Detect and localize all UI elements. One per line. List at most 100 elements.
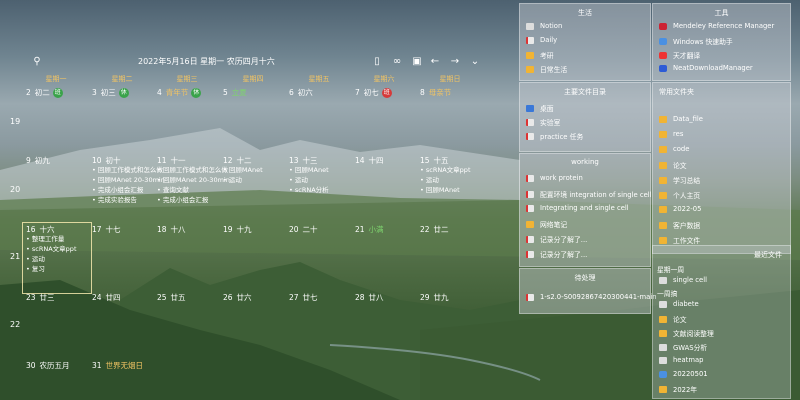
folder-item[interactable]: res (659, 130, 683, 138)
calendar-day[interactable]: 18 十八 (157, 224, 186, 235)
event-item[interactable]: • 运动 (420, 175, 471, 185)
calendar-day[interactable]: 27 廿七 (289, 292, 318, 303)
calendar-day[interactable]: 9 初九 (26, 155, 50, 166)
event-list[interactable]: • 整理工作量 • scRNA文章ppt • 运动 • 复习 (26, 234, 77, 274)
event-list[interactable]: • 回顾工作模式和怎么做 • 回顾MAnet 20-30min • 完成小组会汇… (92, 165, 165, 205)
file-item[interactable]: single cell (659, 276, 707, 284)
event-item[interactable]: • 运动 (26, 254, 77, 264)
shortcut-item[interactable]: practice 任务 (526, 131, 583, 141)
calendar-day[interactable]: 8 母亲节 (420, 87, 451, 98)
file-item[interactable]: 论文 (659, 314, 687, 324)
link-icon[interactable]: ∞ (391, 55, 403, 67)
folder-item[interactable]: 个人主页 (659, 190, 700, 200)
event-item[interactable]: • 回顾工作模式和怎么做 (92, 165, 165, 175)
shortcut-item[interactable]: 天才翻译 (659, 50, 700, 60)
panel-files: 常用文件夹 Data_file res code 论文 学习总结 个人主页 20… (652, 82, 791, 254)
shortcut-item[interactable]: Daily (526, 36, 557, 44)
file-item[interactable]: work protein (526, 174, 583, 182)
event-item[interactable]: • 回顾MAnet 20-30min (157, 175, 230, 185)
file-item[interactable]: 记录分了解了... (526, 234, 587, 244)
shortcut-item[interactable]: NeatDownloadManager (659, 64, 753, 72)
event-item[interactable]: • 运动 (289, 175, 329, 185)
calendar-day[interactable]: 21 小满 (355, 224, 384, 235)
calendar-day[interactable]: 24 廿四 (92, 292, 121, 303)
panel-title: 最近文件 (754, 251, 782, 259)
calendar-day[interactable]: 23 廿三 (26, 292, 55, 303)
file-item[interactable]: 20220501 (659, 370, 708, 378)
calendar-icon[interactable]: ▣ (411, 55, 423, 67)
calendar-day[interactable]: 4 青年节休 (157, 87, 202, 98)
calendar-day[interactable]: 20 二十 (289, 224, 318, 235)
shortcut-item[interactable]: 考研 (526, 50, 554, 60)
workday-badge: 班 (52, 88, 63, 98)
event-item[interactable]: • 运动 (223, 175, 263, 185)
file-item[interactable]: 记录分了解了... (526, 249, 587, 259)
folder-item[interactable]: 学习总结 (659, 175, 700, 185)
shortcut-item[interactable]: 桌面 (526, 103, 554, 113)
folder-item[interactable]: 客户数据 (659, 220, 700, 230)
prev-arrow-icon[interactable]: ← (429, 55, 441, 67)
event-item[interactable]: • 整理工作量 (26, 234, 77, 244)
panel-title: 待处理 (574, 274, 596, 282)
event-item[interactable]: • 回顾MAnet (223, 165, 263, 175)
calendar-day[interactable]: 14 十四 (355, 155, 384, 166)
event-item[interactable]: • 查询文献 (157, 185, 230, 195)
file-item[interactable]: 网络笔记 (526, 219, 567, 229)
calendar-day[interactable]: 19 十九 (223, 224, 252, 235)
event-item[interactable]: • scRNA分析 (289, 185, 329, 195)
calendar-day[interactable]: 3 初三休 (92, 87, 129, 98)
file-item[interactable]: 配置环境 integration of single cell (526, 189, 652, 199)
calendar-day[interactable]: 2 初二班 (26, 87, 63, 98)
event-item[interactable]: • 回顾MAnet (420, 185, 471, 195)
event-item[interactable]: • 完成小组会汇报 (92, 185, 165, 195)
event-item[interactable]: • 复习 (26, 264, 77, 274)
event-item[interactable]: • scRNA文章ppt (26, 244, 77, 254)
week-number: 19 (10, 117, 21, 126)
file-item[interactable]: Integrating and single cell (526, 204, 629, 212)
calendar-day[interactable]: 25 廿五 (157, 292, 186, 303)
event-item[interactable]: • 完成小组会汇报 (157, 195, 230, 205)
file-item[interactable]: 2022年 (659, 384, 697, 394)
holiday-badge: 休 (191, 88, 202, 98)
phone-icon[interactable]: ▯ (371, 55, 383, 67)
calendar-day[interactable]: 22 廿二 (420, 224, 449, 235)
calendar-day[interactable]: 5 立夏 (223, 87, 247, 98)
calendar-day[interactable]: 28 廿八 (355, 292, 384, 303)
shortcut-item[interactable]: 日常生活 (526, 64, 567, 74)
chevron-down-icon[interactable]: ⌄ (469, 55, 481, 67)
shortcut-item[interactable]: Mendeley Reference Manager (659, 22, 774, 30)
file-item[interactable]: diabete (659, 300, 699, 308)
calendar-day[interactable]: 6 初六 (289, 87, 313, 98)
folder-item[interactable]: Data_file (659, 115, 703, 123)
calendar-day[interactable]: 31 世界无烟日 (92, 360, 143, 371)
event-item[interactable]: • 回顾MAnet (289, 165, 329, 175)
file-item[interactable]: 文献阅读整理 (659, 328, 714, 338)
panel-title: 生活 (578, 9, 592, 17)
event-list[interactable]: • 回顾MAnet • 运动 (223, 165, 263, 185)
event-list[interactable]: • 回顾MAnet • 运动 • scRNA分析 (289, 165, 329, 195)
file-item[interactable]: heatmap (659, 356, 703, 364)
search-icon[interactable]: ⚲ (31, 55, 43, 67)
event-list[interactable]: • 回顾工作模式和怎么做 • 回顾MAnet 20-30min • 查询文献 •… (157, 165, 230, 205)
event-list[interactable]: • scRNA文章ppt • 运动 • 回顾MAnet (420, 165, 471, 195)
event-item[interactable]: • 完成实验报告 (92, 195, 165, 205)
folder-item[interactable]: code (659, 145, 689, 153)
next-arrow-icon[interactable]: → (449, 55, 461, 67)
event-item[interactable]: • scRNA文章ppt (420, 165, 471, 175)
folder-item[interactable]: 论文 (659, 160, 687, 170)
calendar-day[interactable]: 17 十七 (92, 224, 121, 235)
shortcut-item[interactable]: Windows 快速助手 (659, 36, 733, 46)
calendar-day[interactable]: 30 农历五月 (26, 360, 70, 371)
calendar-day[interactable]: 7 初七班 (355, 87, 392, 98)
folder-icon (659, 385, 667, 393)
event-item[interactable]: • 回顾工作模式和怎么做 (157, 165, 230, 175)
event-item[interactable]: • 回顾MAnet 20-30min (92, 175, 165, 185)
calendar-day[interactable]: 26 廿六 (223, 292, 252, 303)
folder-item[interactable]: 工作文件 (659, 235, 700, 245)
shortcut-item[interactable]: 实验室 (526, 117, 560, 127)
file-item[interactable]: GWAS分析 (659, 342, 707, 352)
folder-item[interactable]: 2022-05 (659, 205, 701, 213)
file-item[interactable]: 1-s2.0-S0092867420300441-main (526, 293, 657, 301)
calendar-day[interactable]: 29 廿九 (420, 292, 449, 303)
shortcut-item[interactable]: Notion (526, 22, 562, 30)
